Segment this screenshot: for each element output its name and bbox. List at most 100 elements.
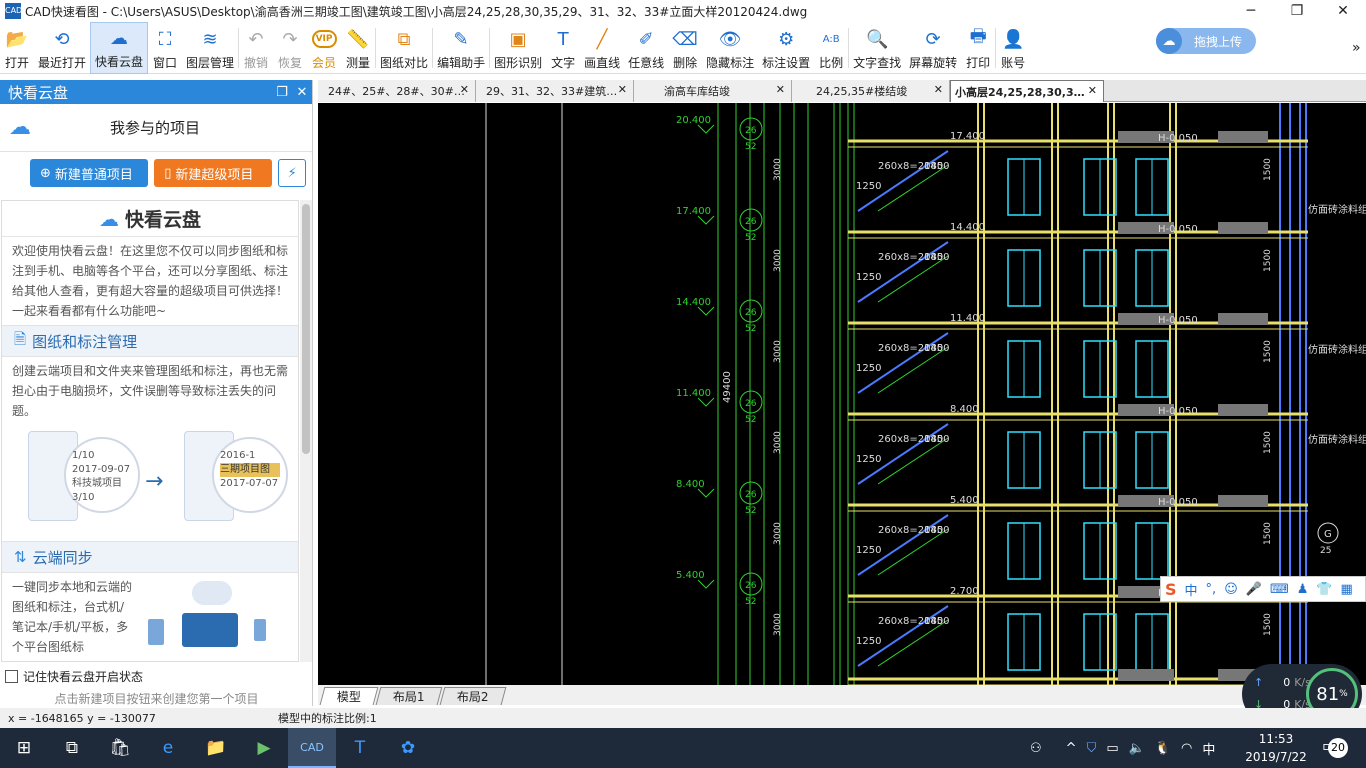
level-label: H-0.050	[1158, 497, 1198, 508]
person-icon[interactable]: ♟	[1297, 582, 1309, 597]
store-icon[interactable]: 🛍	[96, 728, 144, 768]
axis-label: 52	[745, 597, 756, 607]
feature2-title: 云端同步	[32, 548, 93, 567]
clock[interactable]: 11:53 2019/7/22	[1240, 730, 1312, 766]
feature1-text: 创建云端项目和文件夹来管理图纸和标注，再也无需担心由于电脑损坏，文件误删等导致标…	[2, 357, 298, 425]
close-tab-icon[interactable]: ✕	[1088, 84, 1097, 97]
remember-state-option[interactable]: 记住快看云盘开启状态	[5, 668, 143, 685]
close-tab-icon[interactable]: ✕	[618, 83, 627, 96]
text-search-button[interactable]: 🔍 文字查找	[849, 22, 905, 74]
layout-tab-2[interactable]: 布局2	[439, 687, 506, 705]
input-method-icon[interactable]: 中	[1202, 739, 1215, 758]
level-label: 17.400	[950, 131, 985, 142]
ime-punctuation[interactable]: °,	[1206, 582, 1217, 597]
dimension-text: 1500	[1263, 613, 1273, 636]
annotation-settings-button[interactable]: ⚙ 标注设置	[758, 22, 814, 74]
screen-rotate-button[interactable]: ⟳ 屏幕旋转	[905, 22, 961, 74]
scale-button[interactable]: A:B 比例	[814, 22, 848, 74]
measure-button[interactable]: 📏 测量	[341, 22, 375, 74]
doc-tab[interactable]: 29、31、32、33#建筑… ✕	[476, 80, 634, 102]
panel-restore-icon[interactable]: ❐	[272, 85, 292, 100]
print-button[interactable]: 🖶 打印	[961, 22, 995, 74]
toolbar-more-icon[interactable]: »	[1352, 40, 1361, 56]
account-button[interactable]: 👤 账号	[996, 22, 1030, 74]
media-player-icon[interactable]: ▶	[240, 728, 288, 768]
title-bar: CAD CAD快速看图 - C:\Users\ASUS\Desktop\渝高香洲…	[0, 0, 1366, 22]
stair-dimension: 1250	[856, 272, 881, 283]
skin-icon[interactable]: 👕	[1316, 582, 1332, 597]
windows-start-icon[interactable]: ⊞	[0, 728, 48, 768]
freehand-button[interactable]: ✐ 任意线	[624, 22, 668, 74]
cloud-disk-button[interactable]: ☁ 快看云盘	[90, 22, 149, 74]
recent-button[interactable]: ⟲ 最近打开	[34, 22, 90, 74]
delete-button[interactable]: ⌫ 删除	[668, 22, 702, 74]
drag-upload-button[interactable]: ☁ 拖拽上传	[1156, 28, 1256, 54]
emoji-icon[interactable]: ☺	[1224, 582, 1238, 597]
layer-manager-button[interactable]: ≋ 图层管理	[182, 22, 238, 74]
close-tab-icon[interactable]: ✕	[776, 83, 785, 96]
vip-icon: VIP	[311, 27, 337, 51]
hide-annotation-button[interactable]: 👁 隐藏标注	[702, 22, 758, 74]
open-button[interactable]: 📂 打开	[0, 22, 34, 74]
task-view-icon[interactable]: ⧉	[48, 728, 96, 768]
battery-icon[interactable]: ▭	[1106, 741, 1118, 756]
refresh-button[interactable]: ⚡	[278, 159, 307, 187]
ime-language[interactable]: 中	[1185, 580, 1198, 599]
text-app-icon[interactable]: T	[336, 728, 384, 768]
doc-tab[interactable]: 24,25,35#楼结竣 ✕	[792, 80, 950, 102]
dimension-text: 1500	[1263, 431, 1273, 454]
vip-button[interactable]: VIP 会员	[307, 22, 341, 74]
layout-tab-model[interactable]: 模型	[319, 687, 379, 705]
shield-icon[interactable]: ⛉	[1087, 741, 1097, 756]
text-button[interactable]: T 文字	[546, 22, 580, 74]
edit-assistant-button[interactable]: ✎ 编辑助手	[433, 22, 489, 74]
level-label: H-0.050	[1158, 133, 1198, 144]
close-icon[interactable]: ✕	[1320, 0, 1366, 22]
doc-tab-active[interactable]: 小高层24,25,28,30,3… ✕	[950, 80, 1104, 102]
qq-icon[interactable]: 🐧	[1155, 741, 1171, 756]
minimize-icon[interactable]: ─	[1228, 0, 1274, 22]
people-icon[interactable]: ⚇	[1030, 741, 1042, 756]
close-tab-icon[interactable]: ✕	[460, 83, 469, 96]
cloud-app-icon[interactable]: ✿	[384, 728, 432, 768]
upload-arrow-icon: ↑	[1254, 676, 1264, 689]
doc-tab[interactable]: 24#、25#、28#、30#… ✕	[318, 80, 476, 102]
tray-chevron-icon[interactable]: ^	[1066, 741, 1077, 756]
side-note: 仿面砖涂料组合	[1308, 433, 1366, 446]
file-explorer-icon[interactable]: 📁	[192, 728, 240, 768]
layout-tab-1[interactable]: 布局1	[375, 687, 443, 705]
shape-recognition-button[interactable]: ▣ 图形识别	[490, 22, 546, 74]
remember-checkbox[interactable]	[5, 670, 18, 683]
ime-toolbar[interactable]: S 中 °, ☺ 🎤 ⌨ ♟ 👕 ▦	[1160, 576, 1366, 602]
dimension-text: 3000	[773, 431, 783, 454]
doc-tab[interactable]: 渝高车库结竣 ✕	[634, 80, 792, 102]
draw-line-button[interactable]: ╱ 画直线	[580, 22, 624, 74]
cad-app-icon[interactable]: CAD	[288, 728, 336, 768]
keyboard-icon[interactable]: ⌨	[1270, 582, 1289, 597]
grid-icon[interactable]: ▦	[1341, 582, 1353, 597]
new-normal-project-button[interactable]: ⊕ 新建普通项目	[30, 159, 149, 187]
panel-hint: 点击新建项目按钮来创建您第一个项目	[54, 692, 259, 706]
microphone-icon[interactable]: 🎤	[1246, 582, 1262, 597]
edit-assistant-icon: ✎	[453, 28, 469, 50]
panel-scrollbar[interactable]	[300, 200, 312, 662]
close-tab-icon[interactable]: ✕	[934, 83, 943, 96]
dimension-text: 3000	[773, 340, 783, 363]
compare-button[interactable]: ⧉ 图纸对比	[376, 22, 432, 74]
edge-icon[interactable]: e	[144, 728, 192, 768]
stair-dimension: 1450	[924, 252, 949, 263]
window-button[interactable]: ⛶ 窗口	[148, 22, 182, 74]
stair-dimension: 1250	[856, 636, 881, 647]
new-super-project-button[interactable]: ▯ 新建超级项目	[154, 159, 273, 187]
annotation-settings-icon: ⚙	[778, 28, 795, 50]
redo-button[interactable]: ↷ 恢复	[273, 22, 307, 74]
panel-close-icon[interactable]: ✕	[292, 85, 312, 100]
intro-scroll-area[interactable]: ☁ 快看云盘 欢迎使用快看云盘！在这里您不仅可以同步图纸和标注到手机、电脑等各个平…	[1, 200, 299, 662]
panel-title: 快看云盘	[8, 83, 69, 102]
axis-label: 26	[745, 399, 757, 409]
wifi-icon[interactable]: ◠	[1181, 741, 1192, 756]
maximize-icon[interactable]: ❐	[1274, 0, 1320, 22]
undo-button[interactable]: ↶ 撤销	[239, 22, 273, 74]
volume-icon[interactable]: 🔈	[1129, 741, 1145, 756]
side-note: 仿面砖涂料组合	[1308, 203, 1366, 216]
